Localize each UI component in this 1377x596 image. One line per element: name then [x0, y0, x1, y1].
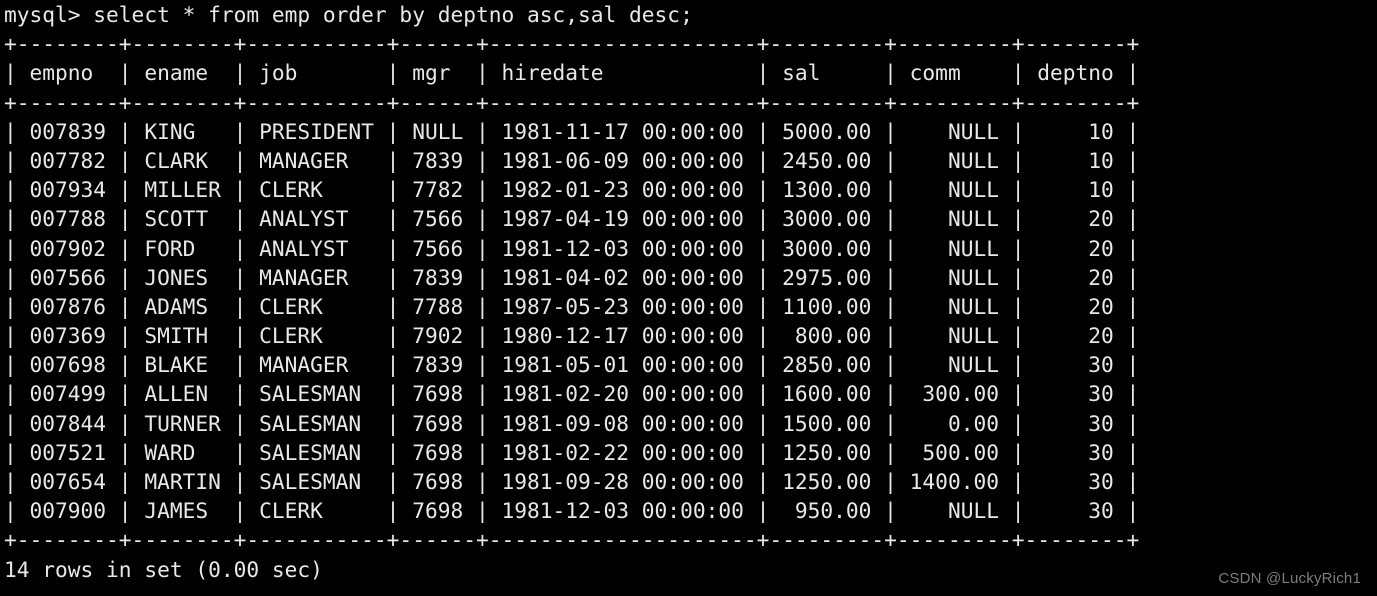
table-separator: +--------+--------+-----------+------+--… — [4, 89, 1140, 115]
table-row: | 007876 | ADAMS | CLERK | 7788 | 1987-0… — [4, 293, 1140, 319]
table-row: | 007369 | SMITH | CLERK | 7902 | 1980-1… — [4, 323, 1140, 349]
table-row: | 007844 | TURNER | SALESMAN | 7698 | 19… — [4, 410, 1140, 436]
table-separator: +--------+--------+-----------+------+--… — [4, 31, 1140, 57]
table-row: | 007788 | SCOTT | ANALYST | 7566 | 1987… — [4, 206, 1140, 232]
table-row: | 007934 | MILLER | CLERK | 7782 | 1982-… — [4, 177, 1140, 203]
table-row: | 007566 | JONES | MANAGER | 7839 | 1981… — [4, 264, 1140, 290]
result-status-line: 14 rows in set (0.00 sec) — [4, 556, 323, 582]
table-header-row: | empno | ename | job | mgr | hiredate |… — [4, 60, 1140, 86]
table-row: | 007782 | CLARK | MANAGER | 7839 | 1981… — [4, 147, 1140, 173]
terminal-output[interactable]: mysql> select * from emp order by deptno… — [0, 0, 1377, 596]
table-separator: +--------+--------+-----------+------+--… — [4, 527, 1140, 553]
watermark: CSDN @LuckyRich1 — [1218, 570, 1361, 587]
table-row: | 007499 | ALLEN | SALESMAN | 7698 | 198… — [4, 381, 1140, 407]
table-row: | 007521 | WARD | SALESMAN | 7698 | 1981… — [4, 439, 1140, 465]
prompt-line: mysql> select * from emp order by deptno… — [4, 2, 693, 27]
table-row: | 007900 | JAMES | CLERK | 7698 | 1981-1… — [4, 498, 1140, 524]
table-row: | 007698 | BLAKE | MANAGER | 7839 | 1981… — [4, 352, 1140, 378]
table-row: | 007839 | KING | PRESIDENT | NULL | 198… — [4, 118, 1140, 144]
table-row: | 007654 | MARTIN | SALESMAN | 7698 | 19… — [4, 469, 1140, 494]
table-row: | 007902 | FORD | ANALYST | 7566 | 1981-… — [4, 235, 1140, 261]
